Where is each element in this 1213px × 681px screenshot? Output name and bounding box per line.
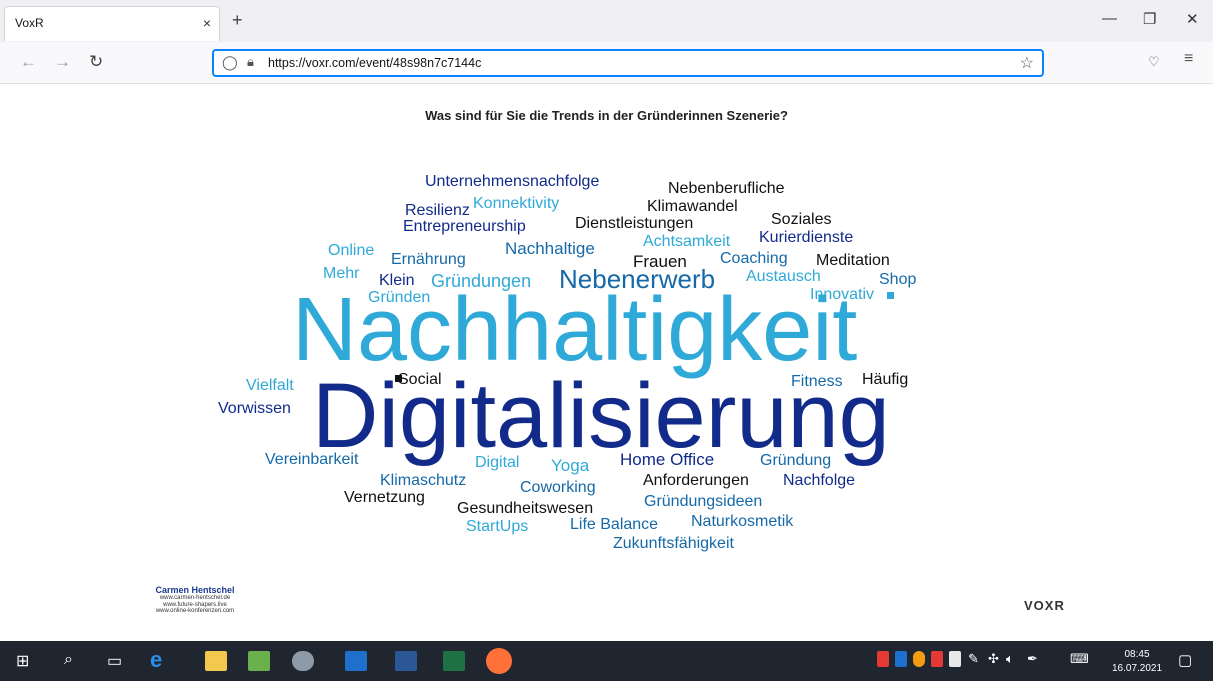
close-window-icon[interactable]: ✕ [1186,10,1199,28]
word-vernetzung: Vernetzung [344,489,425,506]
signature-block: Carmen Hentschel www.carmen-hentschel.de… [140,585,250,615]
tray-outlook-icon[interactable] [895,651,907,667]
word-kurierdienste: Kurierdienste [759,229,854,246]
word-naturkosmetik: Naturkosmetik [691,513,794,530]
tray-record-icon[interactable] [877,651,889,667]
tab-bar: VoxR × + — ❐ ✕ [0,0,1213,42]
word-coaching: Coaching [720,250,788,267]
snipping-tool-icon[interactable] [292,651,314,671]
word-gruendungsideen: Gründungsideen [644,493,763,510]
word-shop: Shop [879,271,917,288]
reload-icon[interactable]: ↻ [89,52,103,72]
word-nebenberufliche: Nebenberufliche [668,180,785,197]
word-vereinbarkeit: Vereinbarkeit [265,451,359,468]
minimize-icon[interactable]: — [1102,10,1117,27]
word-anforderungen: Anforderungen [643,472,749,489]
system-clock[interactable]: 08:45 16.07.2021 [1112,648,1162,676]
windows-start-icon[interactable]: ⊞ [16,651,29,671]
word-nachfolge: Nachfolge [783,472,856,489]
word-yoga: Yoga [551,456,590,475]
word-icon[interactable] [395,651,417,671]
word-dienstleistungen: Dienstleistungen [575,215,694,232]
word-digitalisierung: Digitalisierung [312,365,890,467]
word-entrepreneurship: Entrepreneurship [403,218,526,235]
bookmark-star-icon[interactable]: ☆ [1020,53,1034,73]
word-startups: StartUps [466,518,529,535]
signature-link: www.online-konferenzen.com [155,608,235,615]
word-home-office: Home Office [620,450,715,469]
new-tab-button[interactable]: + [232,10,243,31]
word-meditation: Meditation [816,252,890,269]
volume-icon[interactable]: 🔈︎ [1006,651,1014,667]
task-view-icon[interactable]: ▭ [107,651,122,671]
word-life-balance: Life Balance [570,516,659,533]
photo-app-icon[interactable] [248,651,270,671]
word-ernaehrung: Ernährung [391,251,466,268]
word-gruendung: Gründung [760,452,832,469]
word-unternehmensnachfolge: Unternehmensnachfolge [425,173,600,190]
tab-voxr[interactable]: VoxR × [4,6,220,41]
word-coworking: Coworking [520,479,596,496]
tray-app3-icon[interactable] [949,651,961,667]
keyboard-icon[interactable]: ⌨ [1070,651,1089,667]
outlook-icon[interactable] [345,651,367,671]
tray-app-icon[interactable] [913,651,925,667]
dropbox-icon[interactable]: ✣ [988,651,999,667]
word-achtsamkeit: Achtsamkeit [643,233,731,250]
marker-square [887,292,894,299]
clock-date: 16.07.2021 [1112,663,1163,674]
url-text[interactable]: https://voxr.com/event/48s98n7c7144c [268,56,481,70]
url-bar[interactable]: ◯ 🔒︎ https://voxr.com/event/48s98n7c7144… [212,49,1044,77]
word-klimawandel: Klimawandel [647,198,738,215]
word-online: Online [328,242,375,259]
tray-tools-icon[interactable]: ✎ [968,651,979,667]
lock-icon[interactable]: 🔒︎ [247,54,254,70]
pocket-icon[interactable]: ♡ [1148,54,1160,70]
nav-bar: ← → ↻ ◯ 🔒︎ https://voxr.com/event/48s98n… [0,42,1213,84]
word-nachhaltige: Nachhaltige [505,239,595,258]
word-resilienz: Resilienz [405,202,470,219]
word-klimaschutz: Klimaschutz [380,472,467,489]
back-icon[interactable]: ← [20,52,37,72]
close-tab-icon[interactable]: × [203,15,211,31]
marker-square [395,375,402,382]
word-vorwissen: Vorwissen [218,400,291,417]
word-digital: Digital [475,454,520,471]
menu-icon[interactable]: ≡ [1184,50,1193,68]
firefox-icon[interactable] [486,648,512,674]
clock-time: 08:45 [1124,649,1150,660]
word-zukunftsfaehigkeit: Zukunftsfähigkeit [613,535,734,552]
word-vielfalt: Vielfalt [246,377,294,394]
shield-icon[interactable]: ◯ [222,54,238,71]
restore-icon[interactable]: ❐ [1143,10,1156,28]
signature-link: www.future-shapers.live [163,601,227,608]
word-soziales: Soziales [771,211,832,228]
forward-icon[interactable]: → [54,52,71,72]
edge-ie-icon[interactable]: e [150,647,162,673]
excel-icon[interactable] [443,651,465,671]
tab-title: VoxR [15,16,44,30]
pen-icon[interactable]: ✒ [1027,651,1038,667]
taskbar: ⊞ ⌕ ▭ e ✎ ✣ 🔈︎ ✒ ⌨ ▢ [0,641,1213,681]
tray-app2-icon[interactable] [931,651,943,667]
word-nachhaltigkeit: Nachhaltigkeit [292,280,858,380]
voxr-logo: VOXR [1024,598,1065,613]
signature-name: Carmen Hentschel [155,585,235,595]
signature-link: www.carmen-hentschel.de [159,595,231,601]
question-title: Was sind für Sie die Trends in der Gründ… [425,108,788,123]
word-gesundheitswesen: Gesundheitswesen [457,500,594,517]
file-explorer-icon[interactable] [205,651,227,671]
word-konnektivity: Konnektivity [473,195,560,212]
notification-icon[interactable]: ▢ [1178,651,1192,669]
search-icon[interactable]: ⌕ [64,651,73,669]
